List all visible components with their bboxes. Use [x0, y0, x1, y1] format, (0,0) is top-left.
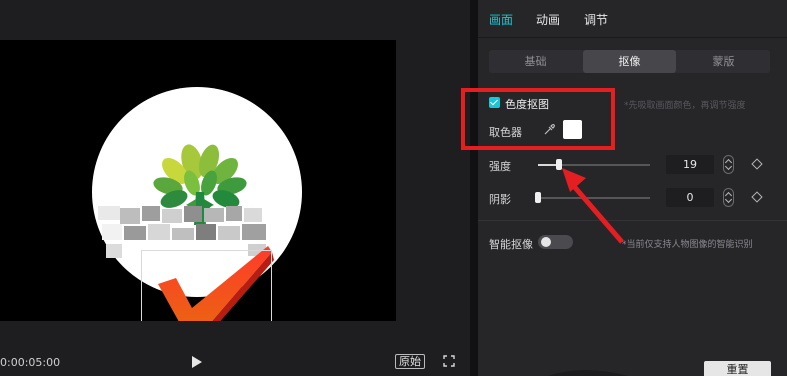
- section-divider: [478, 220, 787, 221]
- shadow-input[interactable]: 0: [666, 188, 714, 207]
- smart-keying-hint: *当前仅支持人物图像的智能识别: [622, 240, 753, 250]
- smart-keying-label: 智能抠像: [489, 238, 533, 251]
- strength-input[interactable]: 19: [666, 155, 714, 174]
- shadow-stepper[interactable]: [723, 188, 734, 207]
- color-picker-label: 取色器: [489, 126, 522, 139]
- play-icon[interactable]: [191, 355, 203, 369]
- subtab-keying[interactable]: 抠像: [583, 50, 676, 73]
- shadow-slider-thumb[interactable]: [535, 192, 541, 203]
- selection-bounding-box[interactable]: [141, 250, 272, 321]
- properties-panel: 画面 动画 调节 基础 抠像 蒙版 色度抠图 *先吸取画面颜色，再调节强度 取色…: [478, 0, 787, 376]
- video-canvas[interactable]: [0, 40, 396, 321]
- subtab-basic[interactable]: 基础: [489, 50, 582, 73]
- top-tab-bar: 画面 动画 调节: [478, 0, 787, 38]
- fullscreen-icon[interactable]: [443, 355, 455, 367]
- shadow-keyframe-icon[interactable]: [751, 191, 763, 203]
- sub-tab-bar: 基础 抠像 蒙版: [489, 50, 770, 73]
- strength-slider-thumb[interactable]: [556, 159, 562, 170]
- eyedropper-icon[interactable]: [543, 124, 555, 136]
- timecode: 0:00:05:00: [0, 356, 61, 369]
- tab-animation[interactable]: 动画: [536, 11, 560, 28]
- strength-keyframe-icon[interactable]: [751, 158, 763, 170]
- chroma-hint: *先吸取画面颜色，再调节强度: [624, 101, 746, 111]
- reset-button[interactable]: 重置: [704, 361, 771, 376]
- chroma-key-checkbox[interactable]: [489, 97, 500, 108]
- smart-keying-toggle[interactable]: [538, 235, 573, 249]
- strength-label: 强度: [489, 160, 511, 173]
- chroma-key-label: 色度抠图: [505, 98, 549, 111]
- pane-divider[interactable]: [470, 0, 478, 376]
- strength-stepper[interactable]: [723, 155, 734, 174]
- picked-color-swatch[interactable]: [563, 120, 582, 139]
- tab-picture[interactable]: 画面: [489, 11, 513, 28]
- shadow-label: 阴影: [489, 193, 511, 206]
- subtab-mask[interactable]: 蒙版: [677, 50, 770, 73]
- original-ratio-button[interactable]: 原始: [395, 354, 425, 369]
- tab-adjust[interactable]: 调节: [584, 11, 608, 28]
- preview-pane: 0:00:05:00 原始: [0, 0, 470, 376]
- shadow-slider-track[interactable]: [538, 197, 650, 199]
